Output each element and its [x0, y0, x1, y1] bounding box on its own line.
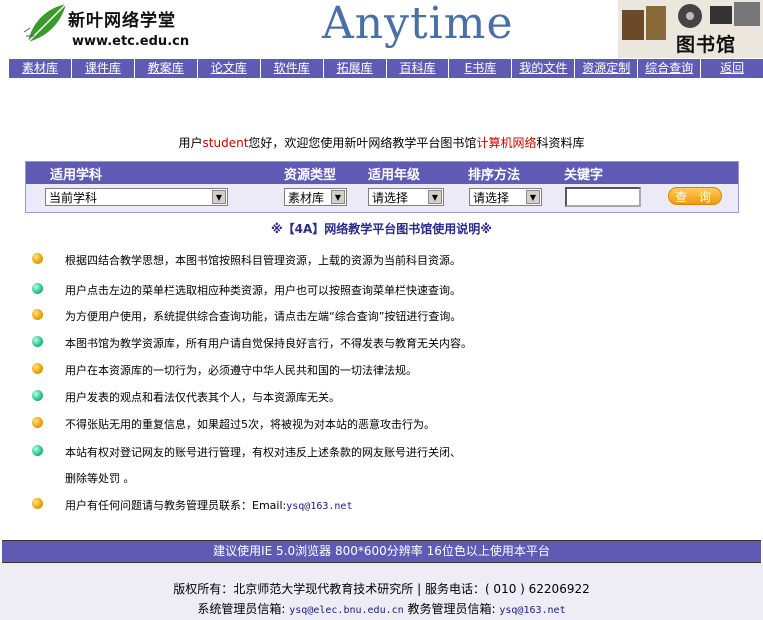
nav-item-software[interactable]: 软件库 [261, 59, 324, 78]
keyword-input[interactable] [565, 187, 641, 207]
rule-text: 本站有权对登记网友的账号进行管理，有权对违反上述条款的网友账号进行关闭、 [65, 446, 461, 459]
green-bullet-icon [32, 445, 43, 456]
main-nav: 素材库 课件库 教案库 论文库 软件库 拓展库 百科库 E书库 我的文件 资源定… [9, 59, 763, 78]
nav-item-courseware[interactable]: 课件库 [72, 59, 135, 78]
chevron-down-icon: ▼ [331, 190, 345, 204]
nav-item-ebook[interactable]: E书库 [449, 59, 513, 78]
chevron-down-icon: ▼ [526, 190, 540, 204]
rule-text: 根据四结合教学思想，本图书馆按照科目管理资源，上载的资源为当前科目资源。 [65, 254, 461, 267]
rule-text: 删除等处罚 。 [65, 472, 135, 485]
sort-select-value: 请选择 [473, 191, 510, 205]
header-keyword: 关键字 [564, 168, 604, 183]
rule-text: 为方便用户使用，系统提供综合查询功能，请点击左端“综合查询”按钮进行查询。 [65, 310, 462, 323]
search-header: 适用学科 资源类型 适用年级 排序方法 关键字 [26, 162, 738, 184]
rule-text: 本图书馆为教学资源库，所有用户请自觉保持良好言行，不得发表与教育无关内容。 [65, 337, 472, 350]
orange-bullet-icon [32, 253, 43, 264]
resource-type-select[interactable]: 素材库 ▼ [284, 188, 347, 206]
subject-select-value: 当前学科 [49, 191, 98, 205]
sort-select[interactable]: 请选择 ▼ [469, 188, 542, 206]
rule-text: 不得张贴无用的重复信息，如果超过5次，将被视为对本站的恶意攻击行为。 [65, 418, 435, 431]
welcome-suffix: 科资料库 [536, 136, 585, 150]
site-name: 新叶网络学堂 [68, 11, 176, 31]
contact-text: 用户有任何问题请与教务管理员联系：Email: [65, 499, 287, 512]
grade-select[interactable]: 请选择 ▼ [368, 188, 444, 206]
copyright-text: 版权所有：北京师范大学现代教育技术研究所 | 服务电话：( 010 ) 6220… [173, 582, 590, 596]
nav-item-extension[interactable]: 拓展库 [324, 59, 387, 78]
orange-bullet-icon [32, 309, 43, 320]
subject-select[interactable]: 当前学科 ▼ [45, 188, 228, 206]
nav-item-back[interactable]: 返回 [701, 59, 763, 78]
header-resource-type: 资源类型 [284, 168, 337, 183]
subject-name: 计算机网络 [476, 136, 537, 150]
welcome-middle: 您好，欢迎您使用新叶网络教学平台图书馆 [248, 136, 477, 150]
nav-item-lesson-plan[interactable]: 教案库 [135, 59, 198, 78]
guide-title: ※【4A】网络教学平台图书馆使用说明※ [271, 222, 492, 236]
nav-item-advanced-search[interactable]: 综合查询 [638, 59, 702, 78]
grade-select-value: 请选择 [372, 191, 409, 205]
nav-left-spacer [0, 59, 9, 78]
nav-item-material[interactable]: 素材库 [9, 59, 72, 78]
leaf-logo-icon [23, 3, 67, 43]
nav-item-paper[interactable]: 论文库 [198, 59, 261, 78]
nav-item-my-files[interactable]: 我的文件 [512, 59, 576, 78]
site-url: www.etc.edu.cn [72, 34, 190, 49]
sysadmin-label: 系统管理员信箱: [197, 602, 286, 616]
library-label: 图书馆 [676, 34, 737, 56]
rule-text: 用户有任何问题请与教务管理员联系：Email:ysq@163.net [65, 497, 352, 513]
orange-bullet-icon [32, 363, 43, 374]
chevron-down-icon: ▼ [212, 190, 226, 204]
orange-bullet-icon [32, 498, 43, 509]
green-bullet-icon [32, 336, 43, 347]
rule-text: 用户在本资源库的一切行为，必须遵守中华人民共和国的一切法律法规。 [65, 364, 417, 377]
username: student [202, 136, 249, 150]
welcome-message: 用户student您好，欢迎您使用新叶网络教学平台图书馆计算机网络科资料库 [0, 134, 763, 151]
resource-type-select-value: 素材库 [288, 191, 325, 205]
contact-email-link[interactable]: ysq@163.net [286, 501, 352, 512]
rule-text: 用户发表的观点和看法仅代表其个人，与本资源库无关。 [65, 391, 340, 404]
welcome-prefix: 用户 [178, 136, 203, 150]
admin-contacts: 系统管理员信箱: ysq@elec.bnu.edu.cn 教务管理员信箱: ys… [0, 600, 763, 617]
banner-title: Anytime [322, 0, 514, 49]
rule-text: 用户点击左边的菜单栏选取相应种类资源，用户也可以按照查询菜单栏快速查询。 [65, 284, 461, 297]
sysadmin-email-link[interactable]: ysq@elec.bnu.edu.cn [289, 605, 403, 616]
green-bullet-icon [32, 390, 43, 401]
header-grade: 适用年级 [368, 168, 421, 183]
header-subject: 适用学科 [50, 168, 103, 183]
orange-bullet-icon [32, 417, 43, 428]
eduadmin-label: 教务管理员信箱: [407, 602, 496, 616]
browser-recommendation: 建议使用IE 5.0浏览器 800*600分辨率 16位色以上使用本平台 [2, 540, 761, 563]
site-header: 新叶网络学堂 www.etc.edu.cn Anytime 图书馆 [0, 0, 763, 58]
nav-item-encyclopedia[interactable]: 百科库 [387, 59, 450, 78]
chevron-down-icon: ▼ [428, 190, 442, 204]
header-sort: 排序方法 [468, 168, 521, 183]
nav-item-custom-resource[interactable]: 资源定制 [575, 59, 639, 78]
footer: 版权所有：北京师范大学现代教育技术研究所 | 服务电话：( 010 ) 6220… [0, 563, 763, 620]
eduadmin-email-link[interactable]: ysq@163.net [499, 605, 565, 616]
green-bullet-icon [32, 283, 43, 294]
search-panel: 适用学科 资源类型 适用年级 排序方法 关键字 当前学科 ▼ 素材库 ▼ 请选择… [25, 161, 739, 213]
query-button[interactable]: 查 询 [668, 187, 722, 205]
